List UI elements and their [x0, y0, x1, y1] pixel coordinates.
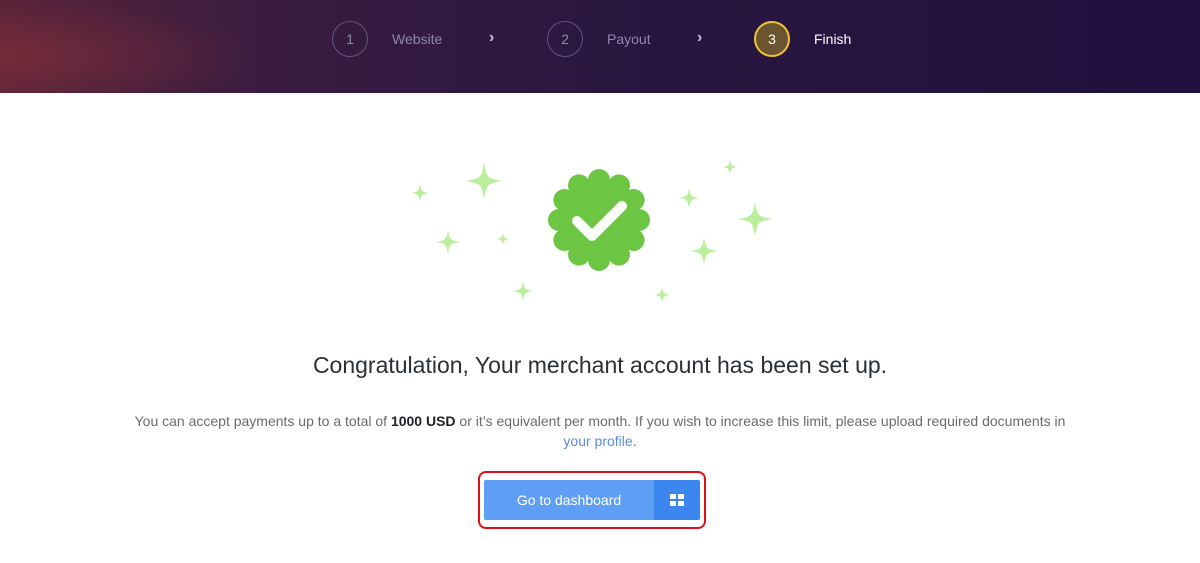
step-3-number: 3	[754, 21, 790, 57]
message-text: You can accept payments up to a total of	[134, 413, 391, 429]
success-message: You can accept payments up to a total of…	[100, 411, 1100, 451]
step-2-number[interactable]: 2	[547, 21, 583, 57]
wizard-header: 1 Website › 2 Payout › 3 Finish	[0, 0, 1200, 93]
step-1-label[interactable]: Website	[392, 31, 442, 47]
go-to-dashboard-button[interactable]: Go to dashboard	[484, 480, 700, 520]
chevron-right-icon: ›	[697, 29, 703, 46]
success-illustration	[400, 150, 780, 310]
step-1-number[interactable]: 1	[332, 21, 368, 57]
dashboard-grid-icon[interactable]	[654, 480, 700, 520]
verified-check-badge-icon	[548, 169, 650, 271]
step-3-label: Finish	[814, 31, 852, 47]
chevron-right-icon: ›	[489, 29, 495, 46]
success-headline: Congratulation, Your merchant account ha…	[312, 352, 888, 378]
message-period: .	[632, 433, 637, 449]
dashboard-button-label[interactable]: Go to dashboard	[484, 480, 654, 520]
limit-amount: 1000 USD	[390, 413, 456, 429]
step-2-label[interactable]: Payout	[607, 31, 651, 47]
message-text: or it’s equivalent per month. If you wis…	[455, 413, 1066, 429]
profile-link[interactable]: your profile	[563, 433, 632, 449]
